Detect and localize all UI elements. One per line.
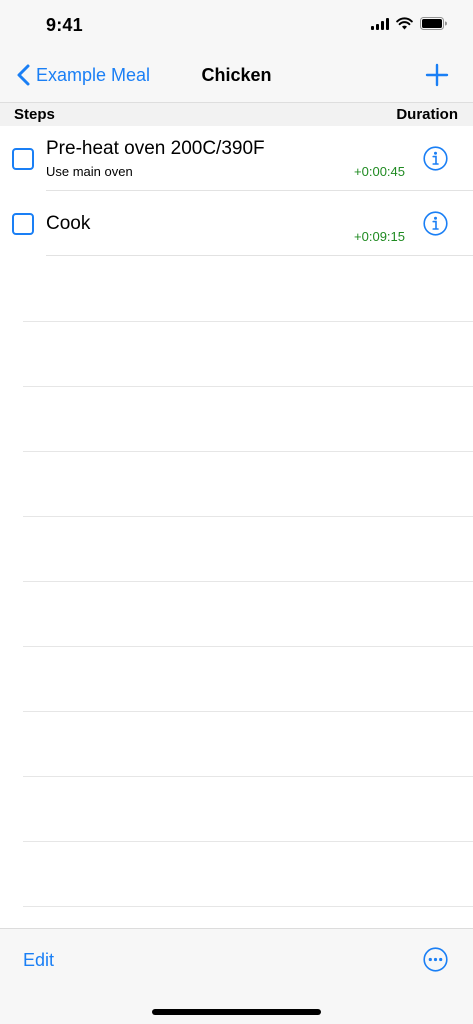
empty-row-divider: [23, 321, 473, 322]
empty-row-divider: [23, 581, 473, 582]
bottom-toolbar: Edit: [0, 928, 473, 1024]
home-indicator: [152, 1009, 321, 1015]
empty-row-divider: [23, 386, 473, 387]
wifi-icon: [396, 17, 413, 30]
page-title: Chicken: [201, 65, 272, 85]
empty-row-divider: [23, 516, 473, 517]
empty-row-divider: [23, 906, 473, 907]
step-note: Use main oven: [46, 164, 133, 179]
battery-icon: [420, 17, 447, 30]
empty-row-divider: [23, 711, 473, 712]
info-circle-icon[interactable]: [423, 146, 448, 171]
table-section-header: Steps Duration: [0, 102, 473, 126]
info-circle-icon[interactable]: [423, 211, 448, 236]
row-divider: [46, 255, 473, 256]
step-title: Cook: [46, 213, 91, 234]
duration-column-header: Duration: [396, 106, 458, 123]
status-time: 9:41: [46, 15, 83, 35]
edit-button[interactable]: Edit: [23, 950, 54, 971]
empty-row-divider: [23, 776, 473, 777]
navigation-bar: Example Meal Chicken: [0, 50, 473, 102]
step-checkbox[interactable]: [12, 148, 34, 170]
step-duration: +0:09:15: [354, 229, 405, 244]
table-row[interactable]: Cook +0:09:15: [0, 191, 473, 256]
empty-row-divider: [23, 841, 473, 842]
ellipsis-circle-icon[interactable]: [423, 947, 448, 972]
step-duration: +0:00:45: [354, 164, 405, 179]
cellular-signal-icon: [371, 17, 389, 30]
table-row[interactable]: Pre-heat oven 200C/390F Use main oven +0…: [0, 126, 473, 191]
steps-column-header: Steps: [14, 106, 55, 123]
plus-icon[interactable]: [425, 63, 449, 87]
step-checkbox[interactable]: [12, 213, 34, 235]
empty-row-divider: [23, 646, 473, 647]
status-bar: 9:41: [0, 0, 473, 50]
step-title: Pre-heat oven 200C/390F: [46, 138, 265, 159]
status-icons: [371, 17, 447, 30]
empty-row-divider: [23, 451, 473, 452]
